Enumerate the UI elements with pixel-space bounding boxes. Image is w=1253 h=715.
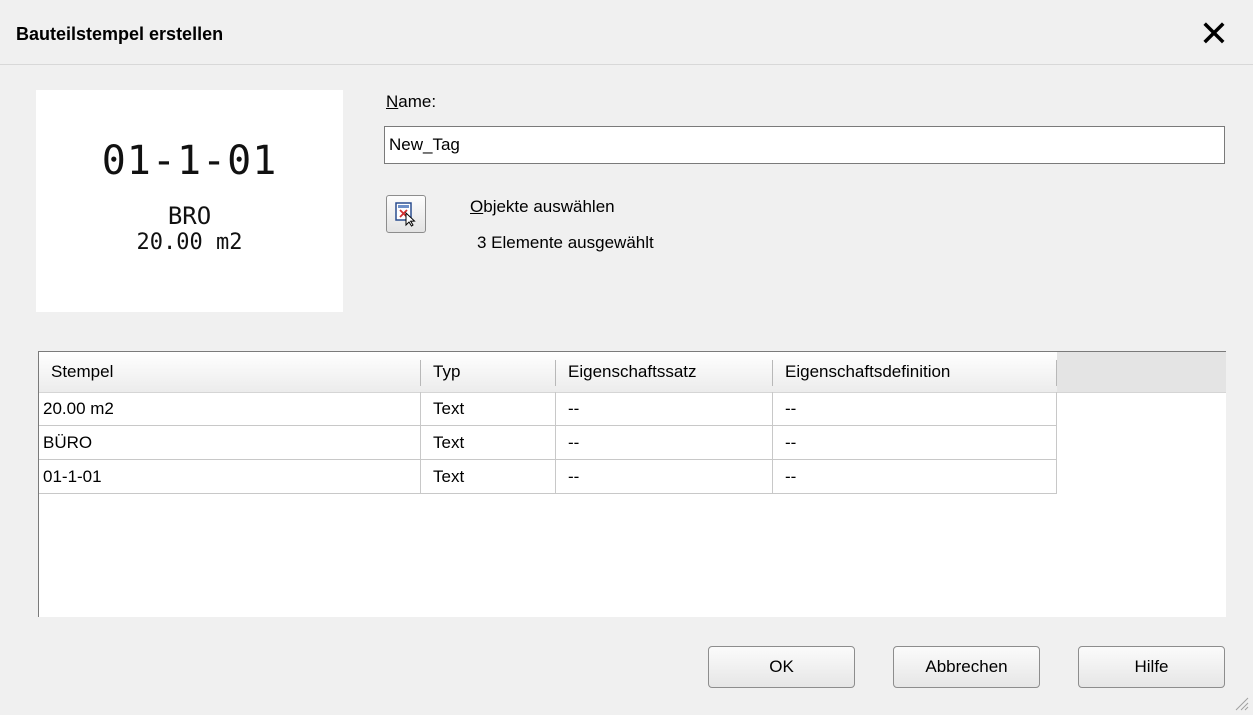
cell-stempel: 01-1-01 <box>39 460 421 494</box>
cell-typ: Text <box>421 426 556 460</box>
resize-grip-icon[interactable] <box>1233 695 1249 711</box>
cell-eigenschaftsdefinition: -- <box>773 392 1057 426</box>
table-row[interactable]: 20.00 m2 Text -- -- <box>39 392 1057 426</box>
cancel-button[interactable]: Abbrechen <box>893 646 1040 688</box>
cell-stempel: 20.00 m2 <box>39 392 421 426</box>
tag-properties-list[interactable]: Stempel Typ Eigenschaftssatz Eigenschaft… <box>38 351 1226 617</box>
ok-button[interactable]: OK <box>708 646 855 688</box>
preview-line-1: 01-1-01 <box>101 138 278 184</box>
table-row[interactable]: BÜRO Text -- -- <box>39 426 1057 460</box>
close-icon[interactable]: ✕ <box>1192 14 1236 54</box>
window-title: Bauteilstempel erstellen <box>16 24 224 44</box>
column-header-eigenschaftssatz[interactable]: Eigenschaftssatz <box>556 352 772 392</box>
tag-preview: 01-1-01 BRO 20.00 m2 <box>36 90 343 312</box>
selection-status: 3 Elemente ausgewählt <box>477 233 654 252</box>
cell-eigenschaftsdefinition: -- <box>773 426 1057 460</box>
cell-eigenschaftssatz: -- <box>556 426 773 460</box>
name-label-text: ame: <box>398 92 437 111</box>
cell-stempel: BÜRO <box>39 426 421 460</box>
select-objects-label-text: bjekte auswählen <box>483 197 615 216</box>
cell-eigenschaftsdefinition: -- <box>773 460 1057 494</box>
table-row[interactable]: 01-1-01 Text -- -- <box>39 460 1057 494</box>
preview-line-2: BRO <box>167 202 212 230</box>
list-header: Stempel Typ Eigenschaftssatz Eigenschaft… <box>39 352 1226 393</box>
column-header-typ[interactable]: Typ <box>421 352 555 392</box>
column-header-eigenschaftsdefinition[interactable]: Eigenschaftsdefinition <box>773 352 1057 392</box>
cell-typ: Text <box>421 392 556 426</box>
cell-eigenschaftssatz: -- <box>556 460 773 494</box>
select-objects-button[interactable] <box>386 195 426 233</box>
column-header-stempel[interactable]: Stempel <box>39 352 420 392</box>
title-bar: Bauteilstempel erstellen ✕ <box>0 0 1253 65</box>
header-empty-area <box>1057 352 1226 392</box>
help-button[interactable]: Hilfe <box>1078 646 1225 688</box>
name-label-accesskey: N <box>386 92 399 111</box>
name-label: Name: <box>386 92 436 112</box>
preview-line-3: 20.00 m2 <box>136 230 243 255</box>
column-separator[interactable] <box>1056 360 1057 386</box>
select-objects-label: Objekte auswählen <box>470 197 615 217</box>
select-objects-icon <box>395 202 416 227</box>
name-input[interactable] <box>384 126 1225 164</box>
cell-typ: Text <box>421 460 556 494</box>
select-objects-accesskey: O <box>470 197 484 216</box>
cell-eigenschaftssatz: -- <box>556 392 773 426</box>
